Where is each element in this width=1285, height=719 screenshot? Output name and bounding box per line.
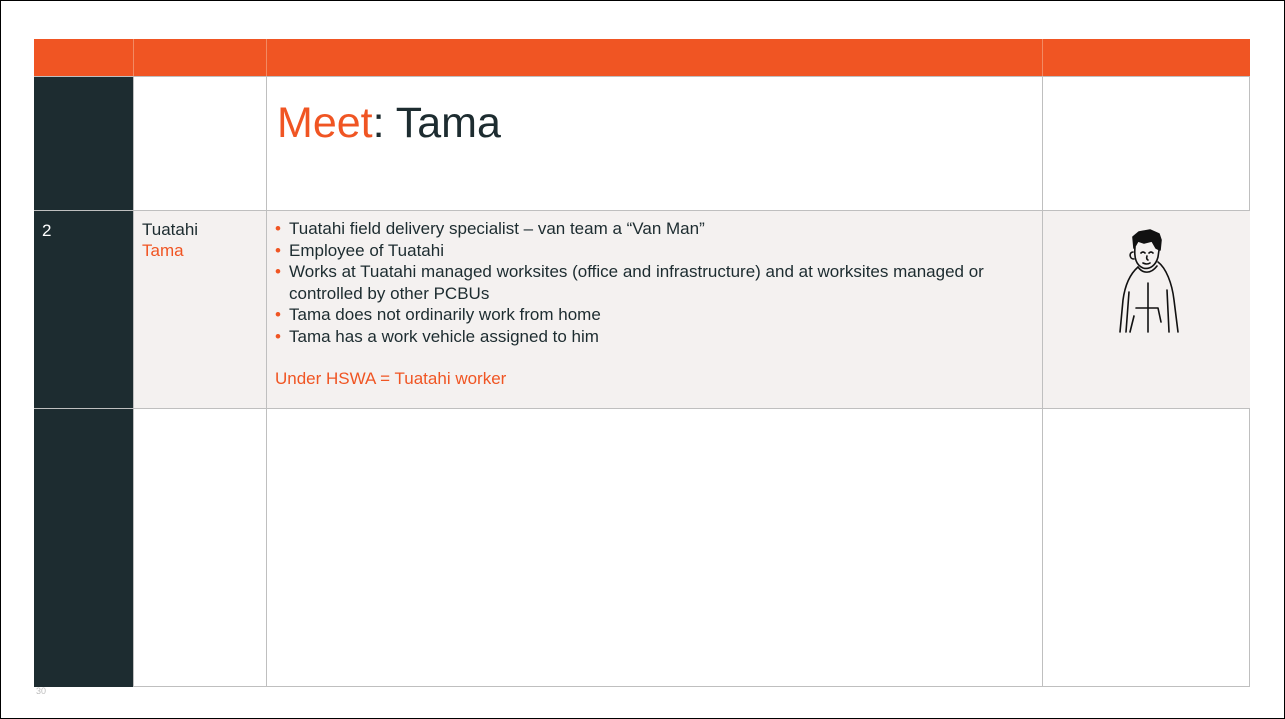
avatar-cell [1042, 210, 1250, 408]
empty-cell [133, 76, 266, 210]
conclusion-text: Under HSWA = Tuatahi worker [275, 369, 507, 388]
page-number: 30 [36, 686, 47, 696]
title-accent: Meet [277, 99, 373, 147]
description-cell: • Tuatahi field delivery specialist – van… [266, 210, 1042, 408]
list-item: • Tama does not ordinarily work from home [275, 305, 601, 324]
bullet-list: • Tuatahi field delivery specialist – van… [275, 218, 1032, 347]
header-cell-2 [133, 39, 266, 76]
page-title: Meet: Tama [266, 76, 1042, 210]
title-rest: : Tama [372, 99, 501, 147]
header-cell-3 [266, 39, 1042, 76]
empty-cell [133, 408, 266, 687]
list-item: • Works at Tuatahi managed worksites (off… [275, 262, 984, 303]
slide-table: Meet: Tama 2 Tuatahi Tama • Tuatahi field… [34, 39, 1250, 687]
dark-cell-title-row [34, 76, 133, 210]
empty-cell [1042, 408, 1250, 687]
list-item: • Employee of Tuatahi [275, 240, 444, 260]
person-name: Tama [142, 241, 184, 260]
list-item: • Tuatahi field delivery specialist – van… [275, 219, 705, 238]
header-cell-1 [34, 39, 133, 76]
empty-cell [1042, 76, 1250, 210]
dark-cell-bottom [34, 408, 133, 687]
name-cell: Tuatahi Tama [133, 210, 266, 408]
org-label: Tuatahi [142, 220, 199, 239]
list-item: • Tama has a work vehicle assigned to him [275, 326, 599, 346]
row-number: 2 [34, 210, 133, 408]
empty-cell [266, 408, 1042, 687]
person-hoodie-icon [1118, 229, 1179, 333]
header-cell-4 [1042, 39, 1250, 76]
slide: Meet: Tama 2 Tuatahi Tama • Tuatahi field… [0, 0, 1285, 719]
